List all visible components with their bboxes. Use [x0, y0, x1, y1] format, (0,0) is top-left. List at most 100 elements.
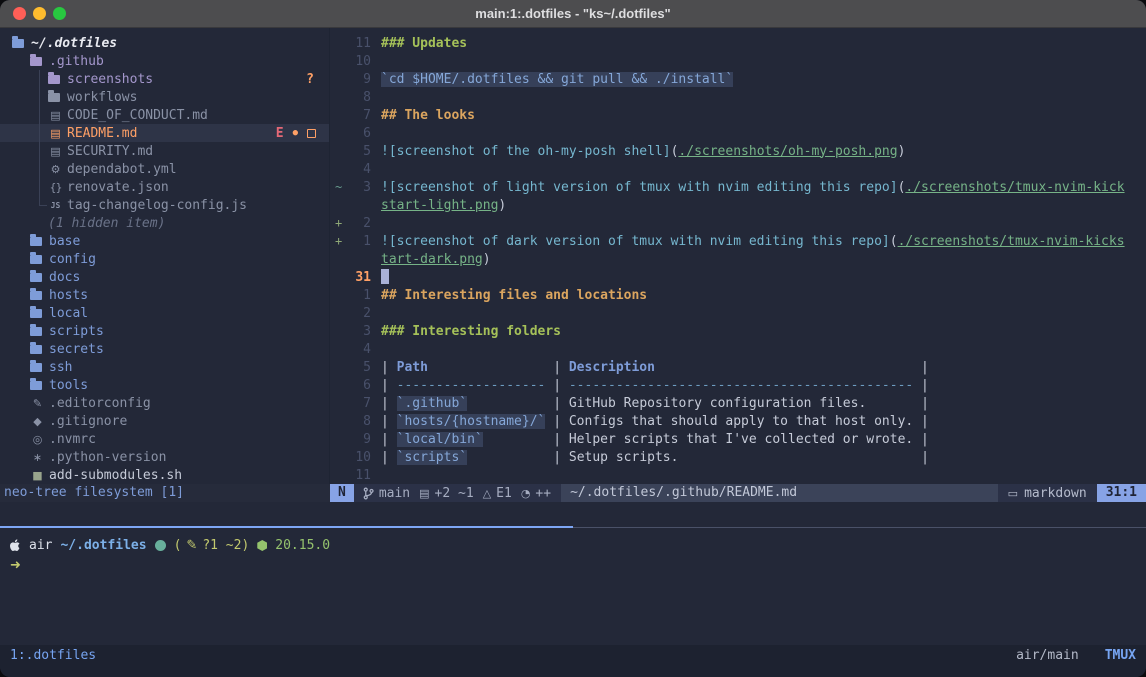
line-text: | Path | Description |	[381, 360, 929, 375]
editor-line[interactable]: 5 | Path | Description |	[330, 358, 1146, 376]
history-flags: ++	[535, 486, 551, 501]
tree-item[interactable]: hosts	[0, 286, 330, 304]
editor-line[interactable]: tart-dark.png)	[330, 250, 1146, 268]
editor-line[interactable]: 11	[330, 466, 1146, 484]
tree-item[interactable]: ◎ .nvmrc	[0, 430, 330, 448]
diagnostics-count: E1	[496, 486, 512, 501]
editor-line[interactable]: 9`cd $HOME/.dotfiles && git pull && ./in…	[330, 70, 1146, 88]
tree-item[interactable]: config	[0, 250, 330, 268]
diamond-icon: ◆	[30, 415, 45, 428]
tree-item[interactable]: scripts	[0, 322, 330, 340]
line-text: ### Updates	[381, 36, 467, 51]
line-number: 11	[345, 468, 371, 483]
tree-item[interactable]: workflows	[0, 88, 330, 106]
tree-item-label: base	[49, 234, 80, 249]
editor-line[interactable]: 5![screenshot of the oh-my-posh shell](.…	[330, 142, 1146, 160]
tmux-window-tab[interactable]: 1:.dotfiles	[10, 647, 96, 665]
editor-line[interactable]: 4	[330, 160, 1146, 178]
line-number: 5	[345, 360, 371, 375]
apple-icon	[10, 539, 21, 552]
tree-item[interactable]: (1 hidden item)	[0, 214, 330, 232]
tree-item[interactable]: local	[0, 304, 330, 322]
prompt-input-line[interactable]: ➜	[10, 556, 330, 575]
active-border	[0, 526, 573, 528]
editor-line[interactable]: +2	[330, 214, 1146, 232]
circle-icon: ◎	[30, 433, 45, 446]
gutter-sign: +	[330, 216, 345, 230]
line-text: `cd $HOME/.dotfiles && git pull && ./ins…	[381, 72, 733, 87]
editor-line[interactable]: 6| ------------------- | ---------------…	[330, 376, 1146, 394]
editor-line[interactable]: 4	[330, 340, 1146, 358]
window-title: main:1:.dotfiles - "ks~/.dotfiles"	[0, 0, 1146, 28]
editor-line[interactable]: 10	[330, 52, 1146, 70]
tree-item-label: .github	[49, 54, 104, 69]
line-number: 10	[345, 450, 371, 465]
tree-item[interactable]: .github	[0, 52, 330, 70]
line-number: 9	[345, 432, 371, 447]
tree-item[interactable]: secrets	[0, 340, 330, 358]
tree-item[interactable]: ■add-submodules.sh	[0, 466, 330, 484]
tree-item[interactable]: tools	[0, 376, 330, 394]
tree-item[interactable]: ∗.python-version	[0, 448, 330, 466]
braces-icon: {}	[48, 181, 63, 194]
editor-line[interactable]: 31	[330, 268, 1146, 286]
tree-item-label: .python-version	[49, 450, 166, 465]
folder-icon	[30, 255, 42, 264]
tree-item-label: CODE_OF_CONDUCT.md	[67, 108, 208, 123]
line-number: 8	[345, 90, 371, 105]
editor-line[interactable]: 7## The looks	[330, 106, 1146, 124]
folder-icon	[30, 57, 42, 66]
line-text: | `local/bin` | Helper scripts that I've…	[381, 432, 929, 447]
editor-line[interactable]: start-light.png)	[330, 196, 1146, 214]
modified-marker: ●	[293, 128, 298, 138]
tree-item[interactable]: base	[0, 232, 330, 250]
tree-item[interactable]: docs	[0, 268, 330, 286]
tree-item[interactable]: ▤README.mdE●	[0, 124, 330, 142]
tree-item[interactable]: ⚙dependabot.yml	[0, 160, 330, 178]
tree-item[interactable]: screenshots?	[0, 70, 330, 88]
prompt-line: air ~/.dotfiles (✎?1 ~2) 20.15.0	[10, 536, 330, 555]
folder-icon	[12, 39, 24, 48]
tree-item-label: .nvmrc	[49, 432, 96, 447]
line-text: ### Interesting folders	[381, 324, 561, 339]
editor-line[interactable]: 8	[330, 88, 1146, 106]
tree-item[interactable]: {}renovate.json	[0, 178, 330, 196]
branch-name: main	[379, 486, 410, 501]
line-text: | `.github` | GitHub Repository configur…	[381, 396, 929, 411]
editor-line[interactable]: 10| `scripts` | Setup scripts. |	[330, 448, 1146, 466]
editor-line[interactable]: 2	[330, 304, 1146, 322]
tree-item[interactable]: JStag-changelog-config.js	[0, 196, 330, 214]
tree-item[interactable]: ssh	[0, 358, 330, 376]
shell-prompt: air ~/.dotfiles (✎?1 ~2) 20.15.0 ➜	[10, 536, 330, 576]
tree-item[interactable]: ◆ .gitignore	[0, 412, 330, 430]
js-icon: JS	[48, 201, 63, 210]
folder-icon	[30, 237, 42, 246]
line-number: 2	[345, 216, 371, 231]
file-path: ~/.dotfiles/.github/README.md	[561, 484, 998, 502]
tree-item[interactable]: ✎.editorconfig	[0, 394, 330, 412]
folder-icon	[30, 381, 42, 390]
editor-line[interactable]: 3### Interesting folders	[330, 322, 1146, 340]
line-text: ![screenshot of the oh-my-posh shell](./…	[381, 144, 905, 159]
editor-line[interactable]: 7| `.github` | GitHub Repository configu…	[330, 394, 1146, 412]
editor-line[interactable]: +1![screenshot of dark version of tmux w…	[330, 232, 1146, 250]
editor-line[interactable]: 6	[330, 124, 1146, 142]
line-number: 10	[345, 54, 371, 69]
tree-item[interactable]: ▤CODE_OF_CONDUCT.md	[0, 106, 330, 124]
editor-line[interactable]: 9 | `local/bin` | Helper scripts that I'v…	[330, 430, 1146, 448]
editor-line[interactable]: 11### Updates	[330, 34, 1146, 52]
folder-icon	[30, 345, 42, 354]
editor-line[interactable]: ~3![screenshot of light version of tmux …	[330, 178, 1146, 196]
tree-item-label: .gitignore	[49, 414, 127, 429]
tree-item[interactable]: ▤SECURITY.md	[0, 142, 330, 160]
statusline: N main ▤ +2 ~1 △ E1 ◔ ++ ~/.dotfiles/.gi…	[330, 484, 1146, 502]
tree-item-label: scripts	[49, 324, 104, 339]
git-branch-segment: main	[363, 486, 410, 501]
tmux-pane-divider[interactable]	[0, 526, 1146, 528]
editor-line[interactable]: 1## Interesting files and locations	[330, 286, 1146, 304]
line-number: 31	[345, 270, 371, 285]
editor-line[interactable]: 8| `hosts/{hostname}/` | Configs that sh…	[330, 412, 1146, 430]
tmux-label: TMUX	[1105, 647, 1136, 665]
md-icon: ▤	[48, 145, 63, 158]
tree-item[interactable]: ~/.dotfiles	[0, 34, 330, 52]
